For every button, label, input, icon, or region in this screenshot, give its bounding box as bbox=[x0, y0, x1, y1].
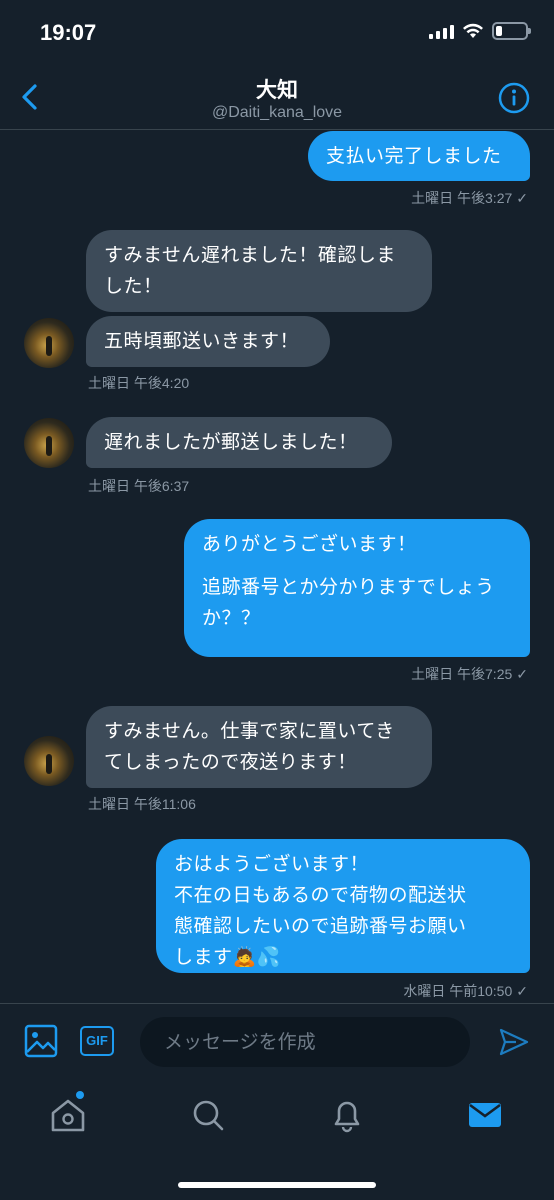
unread-dot bbox=[76, 1091, 84, 1099]
message-composer: GIF bbox=[0, 1003, 554, 1077]
message-line: てしまったので夜送ります！ bbox=[104, 751, 357, 773]
contact-avatar[interactable] bbox=[24, 736, 74, 786]
message-line: すみません。仕事で家に置いてき bbox=[104, 720, 395, 742]
contact-avatar[interactable] bbox=[24, 318, 74, 368]
incoming-message[interactable]: すみません遅れました！確認しま した！ bbox=[86, 230, 432, 312]
message-line: した！ bbox=[104, 275, 163, 297]
status-bar: 19:07 bbox=[0, 0, 554, 66]
read-check-icon: ✓ bbox=[516, 983, 528, 999]
message-line: 追跡番号とか分かりますでしょう bbox=[202, 576, 495, 598]
read-check-icon: ✓ bbox=[516, 190, 528, 206]
read-check-icon: ✓ bbox=[516, 666, 528, 682]
gif-button[interactable]: GIF bbox=[80, 1026, 114, 1056]
home-icon[interactable] bbox=[48, 1095, 88, 1135]
message-line: おはようございます！ bbox=[174, 853, 370, 875]
mail-icon[interactable] bbox=[465, 1095, 505, 1135]
message-line: します🙇💦 bbox=[174, 946, 281, 968]
incoming-message[interactable]: 遅れましたが郵送しました！ bbox=[86, 417, 392, 468]
message-timestamp: 土曜日 午後11:06 bbox=[88, 796, 196, 812]
outgoing-message[interactable]: 支払い完了しました bbox=[308, 131, 530, 181]
status-icons bbox=[429, 22, 531, 40]
incoming-message[interactable]: すみません。仕事で家に置いてき てしまったので夜送ります！ bbox=[86, 706, 432, 788]
bell-icon[interactable] bbox=[327, 1095, 367, 1135]
home-indicator bbox=[178, 1182, 376, 1188]
message-list[interactable]: 支払い完了しました 土曜日 午後3:27 ✓ すみません遅れました！確認しま した… bbox=[0, 131, 554, 1003]
message-timestamp: 土曜日 午後3:27 ✓ bbox=[411, 190, 528, 206]
message-line: 不在の日もあるので荷物の配送状 bbox=[174, 884, 467, 906]
message-timestamp: 土曜日 午後4:20 bbox=[88, 375, 190, 391]
contact-avatar[interactable] bbox=[24, 418, 74, 468]
conversation-header: 大知 @Daiti_kana_love bbox=[0, 66, 554, 130]
message-text: 遅れましたが郵送しました！ bbox=[104, 431, 358, 453]
message-line: すみません遅れました！確認しま bbox=[104, 244, 396, 266]
outgoing-message[interactable]: ありがとうございます！ 追跡番号とか分かりますでしょう か？？ bbox=[184, 519, 530, 657]
message-timestamp: 水曜日 午前10:50 ✓ bbox=[403, 983, 528, 999]
message-timestamp: 土曜日 午後7:25 ✓ bbox=[411, 666, 528, 682]
bottom-tab-bar bbox=[0, 1077, 554, 1200]
image-icon[interactable] bbox=[24, 1024, 58, 1058]
message-line: ありがとうございます！ bbox=[202, 533, 417, 555]
incoming-message[interactable]: 五時頃郵送いきます！ bbox=[86, 316, 330, 367]
status-time: 19:07 bbox=[40, 20, 97, 45]
cellular-signal-icon bbox=[429, 23, 454, 39]
message-input[interactable] bbox=[140, 1017, 470, 1067]
info-icon[interactable] bbox=[498, 82, 530, 114]
battery-icon bbox=[492, 22, 531, 40]
message-line: 態確認したいので追跡番号お願い bbox=[174, 915, 467, 937]
outgoing-message[interactable]: おはようございます！ 不在の日もあるので荷物の配送状 態確認したいので追跡番号お… bbox=[156, 839, 530, 973]
message-line: か？？ bbox=[202, 607, 261, 629]
message-text: 支払い完了しました bbox=[326, 145, 502, 167]
message-timestamp: 土曜日 午後6:37 bbox=[88, 478, 190, 494]
send-icon[interactable] bbox=[498, 1026, 530, 1058]
message-line bbox=[202, 560, 512, 572]
wifi-icon bbox=[463, 23, 483, 38]
contact-handle[interactable]: @Daiti_kana_love bbox=[0, 104, 554, 122]
search-icon[interactable] bbox=[188, 1095, 228, 1135]
contact-name[interactable]: 大知 bbox=[0, 74, 554, 104]
message-text: 五時頃郵送いきます！ bbox=[104, 330, 300, 352]
